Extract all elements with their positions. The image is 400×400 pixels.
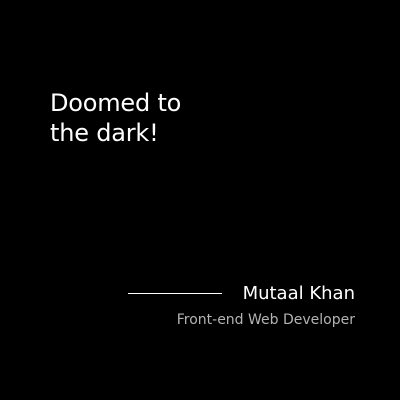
author-role: Front-end Web Developer: [176, 312, 355, 328]
attribution-divider: [128, 293, 222, 294]
author-name: Mutaal Khan: [242, 283, 355, 304]
quote-line-2: the dark!: [50, 119, 159, 147]
quote-card: Doomed to the dark! Mutaal Khan Front-en…: [0, 0, 400, 400]
quote-line-1: Doomed to: [50, 89, 182, 117]
quote-text: Doomed to the dark!: [50, 88, 181, 148]
